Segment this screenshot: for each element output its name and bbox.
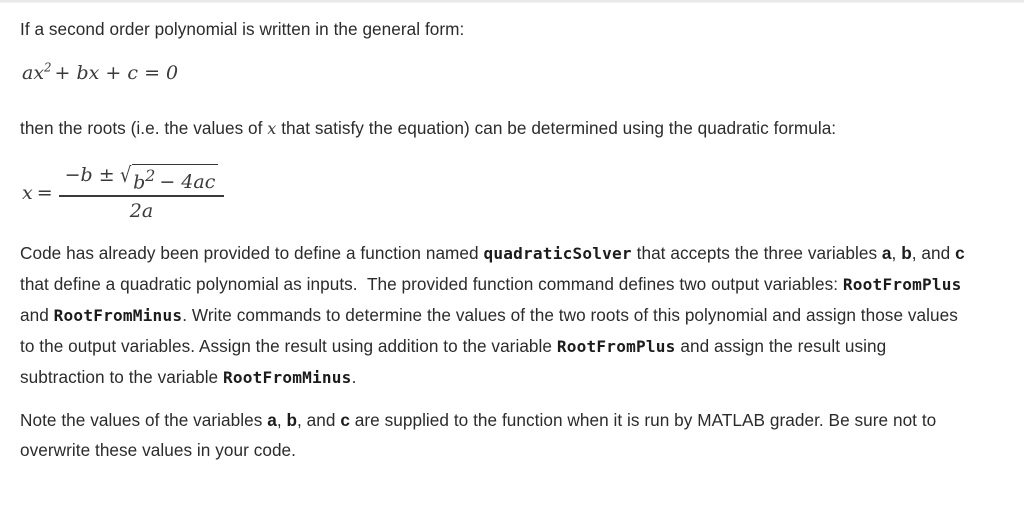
- body-seg1: Code has already been provided to define…: [20, 242, 484, 263]
- variable-x: x: [267, 119, 277, 138]
- note-variable-b: b: [286, 409, 298, 430]
- body-paragraph: Code has already been provided to define…: [20, 238, 968, 393]
- note-variable-c: c: [340, 409, 350, 430]
- formula-fraction: −b ± √ b2− 4ac 2a: [58, 164, 225, 222]
- formula-numerator: −b ± √ b2− 4ac: [59, 164, 225, 195]
- equation-rest: + bx + c = 0: [54, 62, 179, 84]
- body-seg2: that accepts the three variables: [631, 242, 882, 263]
- quadratic-formula: x = −b ± √ b2− 4ac 2a: [22, 164, 968, 222]
- note-variable-a: a: [267, 409, 277, 430]
- radicand-base: b: [133, 171, 146, 194]
- code-root-from-minus-2: RootFromMinus: [223, 367, 352, 387]
- formula-denominator: 2a: [129, 199, 154, 222]
- note-sep2: , and: [297, 409, 341, 430]
- numerator-lead: −b ±: [64, 164, 115, 186]
- code-quadratic-solver: quadraticSolver: [483, 243, 632, 263]
- body-sep2: , and: [911, 242, 956, 263]
- square-root-icon: √ b2− 4ac: [120, 164, 219, 193]
- roots-text-after: that satisfy the equation) can be determ…: [276, 118, 837, 138]
- formula-x: x: [22, 181, 33, 204]
- equation-exponent: 2: [44, 60, 52, 75]
- roots-text-before: then the roots (i.e. the values of: [20, 118, 268, 138]
- radical-glyph: √: [119, 163, 132, 187]
- code-root-from-plus-2: RootFromPlus: [556, 336, 676, 356]
- radicand: b2− 4ac: [132, 164, 219, 194]
- radicand-exponent: 2: [145, 166, 156, 185]
- note-seg1: Note the values of the variables: [20, 409, 268, 430]
- code-root-from-plus-1: RootFromPlus: [842, 274, 962, 294]
- general-form-equation: ax2 + bx + c = 0: [22, 51, 968, 99]
- formula-lhs: x =: [22, 182, 53, 204]
- intro-text: If a second order polynomial is written …: [20, 19, 465, 39]
- code-root-from-minus-1: RootFromMinus: [53, 305, 183, 325]
- formula-equals: =: [36, 181, 53, 204]
- variable-b: b: [901, 242, 912, 263]
- body-seg7: .: [351, 366, 357, 387]
- intro-paragraph: If a second order polynomial is written …: [20, 14, 968, 44]
- body-sep1: ,: [891, 242, 902, 263]
- body-seg4: and: [20, 304, 54, 325]
- variable-a: a: [881, 242, 892, 263]
- radicand-rest: − 4ac: [159, 171, 216, 194]
- note-paragraph: Note the values of the variables a, b, a…: [20, 405, 968, 465]
- roots-paragraph: then the roots (i.e. the values of x tha…: [20, 113, 968, 144]
- problem-statement-content: If a second order polynomial is written …: [0, 3, 1024, 465]
- variable-c: c: [955, 242, 965, 263]
- equation-lhs: ax: [22, 62, 45, 84]
